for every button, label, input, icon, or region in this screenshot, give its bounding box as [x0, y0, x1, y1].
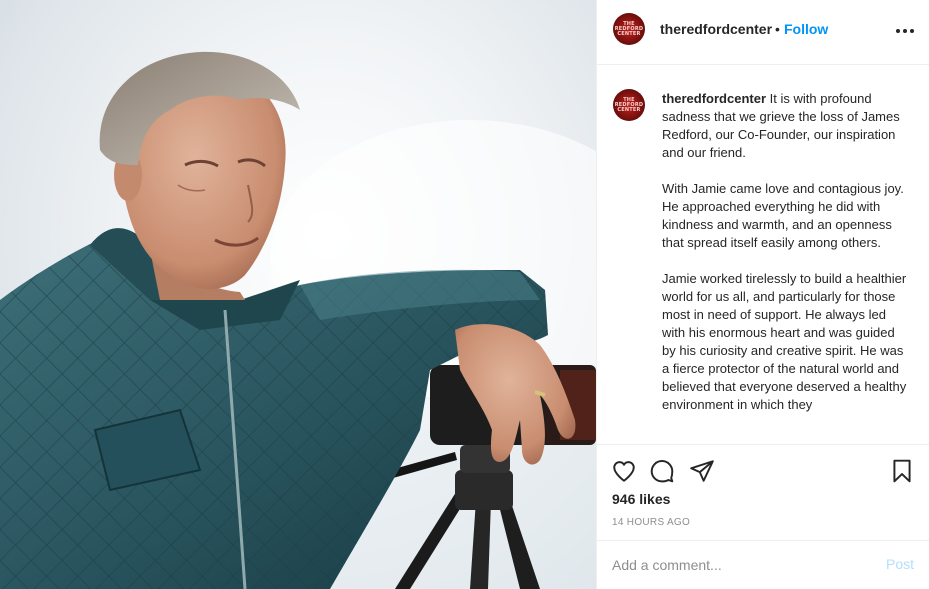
photo-illustration: [0, 51, 596, 589]
comment-input[interactable]: [612, 555, 872, 575]
profile-avatar[interactable]: THE REDFORD CENTER: [613, 13, 645, 45]
caption-paragraph: Jamie worked tirelessly to build a healt…: [662, 271, 907, 412]
more-dot: [903, 29, 907, 33]
more-dot: [910, 29, 914, 33]
bookmark-icon[interactable]: [889, 458, 915, 484]
comment-bar: Post: [597, 540, 929, 589]
post-photo[interactable]: [0, 0, 596, 589]
post-timestamp[interactable]: 14 HOURS AGO: [612, 517, 690, 528]
heart-icon[interactable]: [611, 458, 637, 484]
follow-button[interactable]: Follow: [784, 21, 828, 37]
post-caption: theredfordcenter It is with profound sad…: [662, 90, 908, 432]
more-dot: [896, 29, 900, 33]
avatar-logo-text: THE REDFORD CENTER: [614, 96, 644, 113]
caption-paragraph: theredfordcenter It is with profound sad…: [662, 90, 908, 162]
avatar-logo-text: THE REDFORD CENTER: [614, 20, 644, 37]
post-viewer: THE REDFORD CENTER theredfordcenter • Fo…: [0, 0, 929, 589]
comment-icon[interactable]: [649, 458, 675, 484]
caption-scroll-area[interactable]: THE REDFORD CENTER theredfordcenter It i…: [597, 66, 929, 444]
like-count[interactable]: 946 likes: [612, 491, 670, 507]
caption-paragraph: With Jamie came love and contagious joy.…: [662, 181, 904, 250]
share-icon[interactable]: [689, 458, 715, 484]
caption-avatar[interactable]: THE REDFORD CENTER: [613, 89, 645, 121]
more-options-icon[interactable]: [895, 22, 915, 40]
post-side-panel: THE REDFORD CENTER theredfordcenter • Fo…: [596, 0, 929, 589]
profile-username[interactable]: theredfordcenter: [660, 21, 772, 37]
separator-dot: •: [775, 21, 780, 37]
post-comment-button[interactable]: Post: [886, 556, 914, 572]
post-actions: 946 likes 14 HOURS AGO Post: [597, 444, 929, 589]
post-header: THE REDFORD CENTER theredfordcenter • Fo…: [597, 0, 929, 65]
caption-username[interactable]: theredfordcenter: [662, 91, 766, 106]
